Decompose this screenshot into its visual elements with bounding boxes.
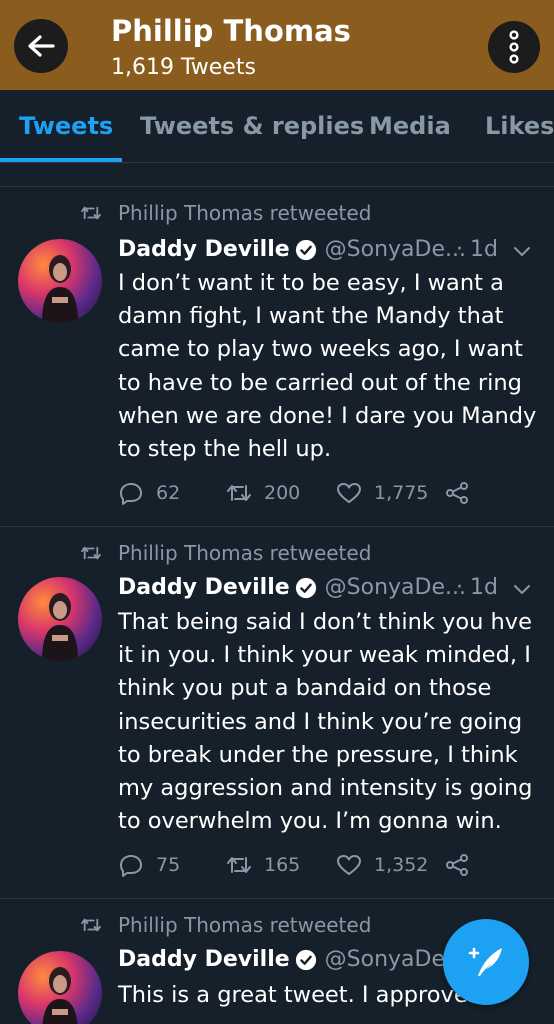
author-handle: @SonyaDe... (324, 575, 466, 600)
author-name[interactable]: Daddy Deville (118, 947, 290, 972)
tweet-author-row: Daddy Deville @SonyaDe... (118, 575, 466, 600)
tweet-card[interactable]: Phillip Thomas retweeted Daddy Deville @… (0, 527, 554, 899)
compose-feather-icon (468, 947, 502, 976)
tweet-time: · 1d (456, 575, 498, 600)
tweet-card[interactable]: Phillip Thomas retweeted Daddy Deville @… (0, 187, 554, 527)
share-icon (446, 854, 468, 876)
active-tab-indicator (0, 158, 122, 162)
profile-photo (42, 593, 78, 661)
tab-tweets[interactable]: Tweets (19, 112, 113, 140)
tab-media[interactable]: Media (369, 112, 451, 140)
avatar[interactable] (18, 951, 102, 1024)
retweet-small-icon (81, 546, 101, 560)
tweet-author-row: Daddy Deville @SonyaDe... (118, 947, 466, 972)
profile-tabs: Tweets Tweets & replies Media Likes (0, 90, 554, 163)
reply-icon (120, 855, 142, 877)
reply-button[interactable]: 62 (118, 481, 180, 505)
tweet-text: That being said I don’t think you hve it… (118, 609, 533, 835)
reply-button[interactable]: 75 (118, 853, 180, 877)
chevron-down-icon[interactable] (512, 245, 532, 259)
profile-name: Phillip Thomas (111, 14, 351, 48)
author-handle: @SonyaDe... (324, 237, 466, 262)
retweet-context: Phillip Thomas retweeted (80, 913, 371, 937)
tab-likes[interactable]: Likes (485, 112, 554, 140)
verified-badge-icon (295, 577, 316, 598)
author-name[interactable]: Daddy Deville (118, 237, 290, 262)
tweet-count: 1,619 Tweets (111, 55, 256, 80)
tweet-time: · 1d (456, 237, 498, 262)
retweet-icon (227, 857, 251, 873)
profile-header: Phillip Thomas 1,619 Tweets (0, 0, 554, 90)
tweet-author-row: Daddy Deville @SonyaDe... (118, 237, 466, 262)
share-icon (446, 482, 468, 504)
vertical-dots-icon (509, 30, 519, 64)
retweet-icon (227, 485, 251, 501)
retweet-button[interactable]: 200 (226, 481, 300, 505)
tweet-actions: 75 165 1,352 (118, 853, 538, 883)
reply-count: 62 (156, 482, 181, 504)
like-button[interactable]: 1,352 (336, 853, 428, 877)
more-options-button[interactable] (488, 21, 540, 73)
author-name[interactable]: Daddy Deville (118, 575, 290, 600)
reply-count: 75 (156, 854, 181, 876)
tab-tweets-and-replies[interactable]: Tweets & replies (140, 112, 364, 140)
reply-icon (120, 483, 142, 505)
share-button[interactable] (444, 481, 470, 505)
profile-photo (42, 255, 78, 323)
heart-icon (337, 483, 361, 503)
like-count: 1,352 (374, 854, 429, 876)
arrow-left-icon (28, 35, 55, 57)
retweeted-by-label: Phillip Thomas retweeted (118, 541, 372, 565)
verified-badge-icon (295, 949, 316, 970)
avatar[interactable] (18, 577, 102, 661)
retweet-small-icon (81, 918, 101, 932)
retweeted-by-label: Phillip Thomas retweeted (118, 913, 372, 937)
retweet-count: 200 (264, 482, 301, 504)
retweet-small-icon (81, 206, 101, 220)
tweet-text: I don’t want it to be easy, I want a dam… (118, 270, 537, 463)
tweet-actions: 62 200 1,775 (118, 481, 538, 511)
retweeted-by-label: Phillip Thomas retweeted (118, 201, 372, 225)
avatar[interactable] (18, 239, 102, 323)
share-button[interactable] (444, 853, 470, 877)
chevron-down-icon[interactable] (512, 583, 532, 597)
compose-tweet-button[interactable] (443, 919, 529, 1005)
profile-photo (42, 967, 78, 1024)
retweet-count: 165 (264, 854, 301, 876)
retweet-button[interactable]: 165 (226, 853, 300, 877)
heart-icon (337, 855, 361, 875)
like-count: 1,775 (374, 482, 429, 504)
retweet-context: Phillip Thomas retweeted (80, 541, 371, 565)
verified-badge-icon (295, 239, 316, 260)
retweet-context: Phillip Thomas retweeted (80, 201, 371, 225)
like-button[interactable]: 1,775 (336, 481, 428, 505)
back-button[interactable] (14, 19, 68, 73)
